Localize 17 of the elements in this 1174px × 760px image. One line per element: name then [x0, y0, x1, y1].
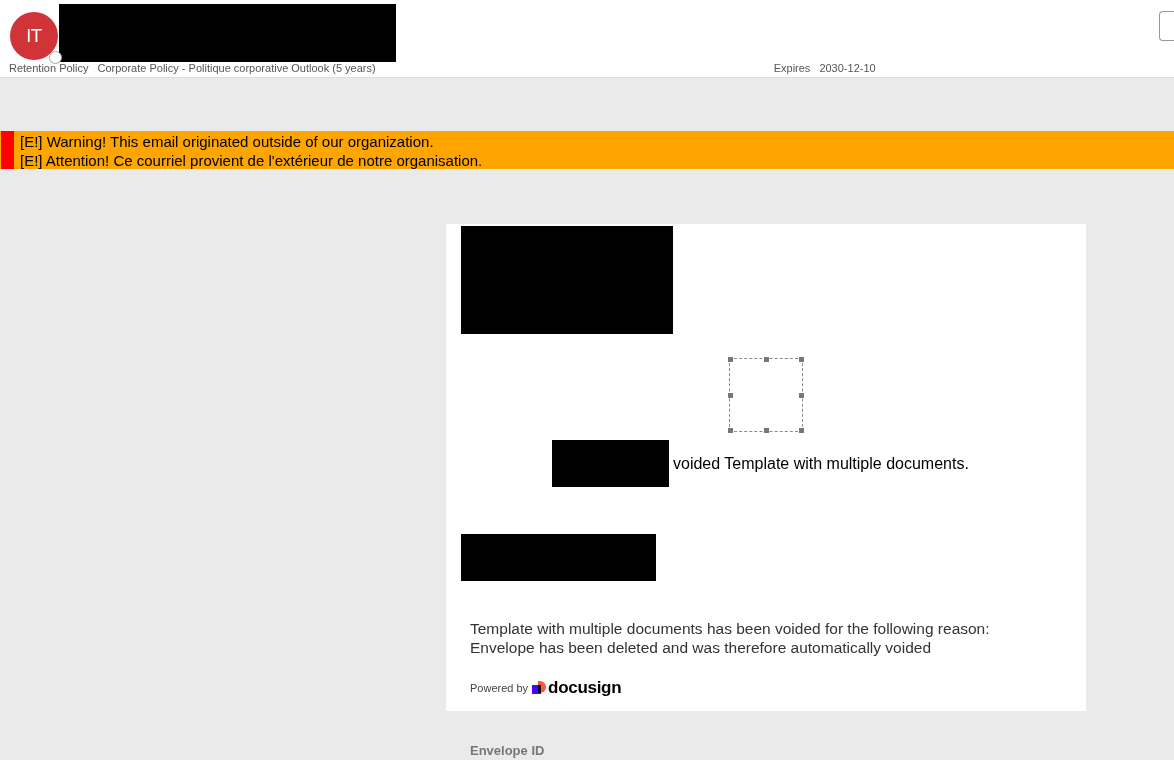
reason-text: Envelope has been deleted and was therefore automatically voided	[470, 638, 932, 657]
avatar-initials: IT	[26, 26, 42, 46]
reason-text: Template with multiple documents has been voided for the following reason:	[470, 619, 991, 638]
expires-date: 2030-12-10	[819, 62, 876, 74]
presence-icon	[49, 51, 62, 64]
powered-by-text: Powered by	[470, 682, 529, 694]
toolbar-button[interactable]	[1159, 11, 1174, 41]
warning-text: [E!] Warning! This email originated outside of our organization.	[20, 132, 435, 151]
warning-text: [E!] Attention! Ce courriel provient de l'extérieur de notre organisation.	[20, 151, 483, 170]
logo-icon	[532, 681, 547, 695]
brand-name: docusign	[548, 678, 622, 698]
warning-stripe	[1, 131, 14, 169]
envelope-id-label: Envelope ID	[470, 743, 546, 758]
voided-message: voided Template with multiple documents.	[673, 454, 969, 473]
retention-label: Retention Policy	[9, 62, 89, 74]
retention-policy: Corporate Policy - Politique corporative Outlook (5 years)	[97, 62, 376, 74]
expires-label: Expires	[773, 62, 811, 74]
